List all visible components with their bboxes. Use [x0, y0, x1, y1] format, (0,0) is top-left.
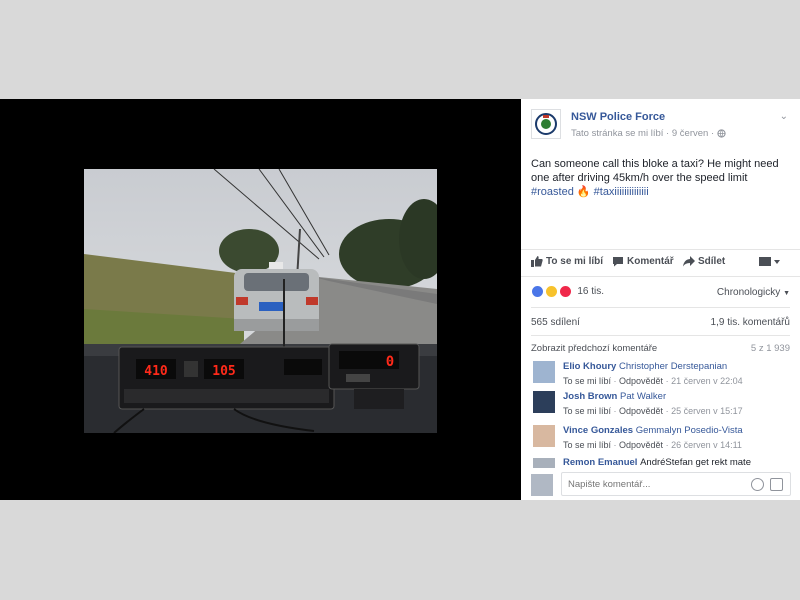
like-label: To se mi líbí — [546, 256, 604, 268]
post-meta: Tato stránka se mi líbí · 9 červen · — [571, 128, 726, 139]
page-selector-icon — [759, 257, 780, 266]
commenter-avatar[interactable] — [533, 425, 555, 447]
comment-time[interactable]: 26 červen v 14:11 — [671, 440, 742, 450]
post-text: Can someone call this bloke a taxi? He m… — [531, 157, 793, 199]
commenter-avatar[interactable] — [533, 361, 555, 383]
comment-item: Elio Khoury Christopher Derstepanian To … — [533, 361, 793, 389]
radar-right-display: 0 — [386, 354, 394, 370]
meta-separator: · — [710, 128, 715, 139]
post-sidebar: NSW Police Force Tato stránka se mi líbí… — [521, 99, 800, 500]
comment-like-link[interactable]: To se mi líbí — [563, 406, 611, 416]
share-button[interactable]: Sdílet — [683, 256, 725, 267]
like-button[interactable]: To se mi líbí — [531, 256, 603, 267]
comment-text: AndréStefan get rekt mate — [640, 457, 751, 468]
comments-count[interactable]: 1,9 tis. komentářů — [711, 317, 790, 328]
like-reaction-icon — [531, 285, 544, 298]
page-like-status[interactable]: Tato stránka se mi líbí — [571, 128, 663, 139]
comment-text[interactable]: Christopher Derstepanian — [619, 361, 727, 372]
fire-emoji-icon: 🔥 — [576, 186, 591, 198]
commenter-name[interactable]: Josh Brown — [563, 391, 617, 402]
comment-item: Vince Gonzales Gemmalyn Posedio-Vista To… — [533, 425, 793, 453]
radar-center-display: 105 — [212, 364, 235, 379]
comment-item: Josh Brown Pat Walker To se mi líbí · Od… — [533, 391, 793, 419]
comments-shown-count: 5 z 1 939 — [750, 343, 790, 354]
comment-reply-link[interactable]: Odpovědět — [619, 376, 663, 386]
hashtag-roasted[interactable]: #roasted — [531, 186, 574, 198]
post-date[interactable]: 9 červen — [672, 128, 708, 139]
comment-input[interactable] — [568, 477, 738, 491]
divider — [531, 335, 790, 336]
hashtag-taxi[interactable]: #taxiiiiiiiiiiiiii — [594, 186, 649, 198]
comment-reply-link[interactable]: Odpovědět — [619, 406, 663, 416]
commenter-avatar[interactable] — [533, 391, 555, 413]
comment-order-label: Chronologicky — [716, 287, 781, 298]
post-as-selector[interactable] — [759, 256, 784, 267]
comment-meta: To se mi líbí · Odpovědět · 26 červen v … — [563, 440, 742, 450]
love-reaction-icon — [558, 285, 572, 298]
comment-bubble-icon — [613, 257, 623, 267]
share-label: Sdílet — [698, 256, 726, 268]
emoji-picker-icon[interactable] — [751, 478, 764, 491]
comment-meta: To se mi líbí · Odpovědět · 21 červen v … — [563, 376, 743, 386]
comment-meta: To se mi líbí · Odpovědět · 25 červen v … — [563, 406, 743, 416]
comment-item: Remon Emanuel AndréStefan get rekt mate — [533, 457, 793, 471]
comment-order-dropdown[interactable]: Chronologicky ▼ — [717, 287, 790, 298]
thumbs-up-icon — [531, 256, 543, 267]
comment-text[interactable]: Gemmalyn Posedio-Vista — [636, 425, 743, 436]
haha-reaction-icon — [544, 285, 558, 298]
reactions-count: 16 tis. — [577, 286, 605, 298]
page-avatar[interactable] — [531, 109, 561, 139]
commenter-name[interactable]: Remon Emanuel — [563, 457, 637, 468]
globe-icon — [717, 129, 726, 138]
photo-viewer: 410 105 0 NSW Police Force Tato stránka … — [0, 99, 800, 500]
comment-button[interactable]: Komentář — [612, 256, 674, 267]
comment-time[interactable]: 25 červen v 15:17 — [671, 406, 743, 416]
commenter-name[interactable]: Elio Khoury — [563, 361, 616, 372]
radar-left-display: 410 — [144, 364, 168, 379]
comment-like-link[interactable]: To se mi líbí — [563, 440, 611, 450]
police-badge-icon — [535, 113, 557, 135]
post-photo[interactable]: 410 105 0 — [84, 169, 437, 433]
divider — [531, 307, 790, 308]
meta-separator: · — [666, 128, 670, 139]
photo-pane: 410 105 0 — [0, 99, 521, 500]
caret-down-icon: ▼ — [783, 290, 790, 297]
post-actions-bar: To se mi líbí Komentář Sdílet — [521, 249, 800, 277]
comment-input-box[interactable] — [561, 472, 791, 496]
reactions-summary[interactable]: 16 tis. — [531, 285, 604, 298]
post-options-chevron-icon[interactable]: ⌄ — [780, 111, 788, 122]
post-body: Can someone call this bloke a taxi? He m… — [531, 158, 779, 184]
reply-composer — [531, 472, 791, 496]
dashcam-photo-illustration: 410 105 0 — [84, 169, 437, 433]
comment-like-link[interactable]: To se mi líbí — [563, 376, 611, 386]
share-arrow-icon — [683, 256, 695, 267]
comment-text[interactable]: Pat Walker — [620, 391, 666, 402]
commenter-name[interactable]: Vince Gonzales — [563, 425, 633, 436]
shares-count[interactable]: 565 sdílení — [531, 317, 580, 328]
comment-label: Komentář — [627, 256, 674, 268]
view-previous-comments-link[interactable]: Zobrazit předchozí komentáře — [531, 343, 657, 354]
commenter-avatar[interactable] — [533, 458, 555, 468]
comment-time[interactable]: 21 červen v 22:04 — [671, 376, 743, 386]
current-user-avatar — [531, 474, 553, 496]
page-name-link[interactable]: NSW Police Force — [571, 111, 665, 123]
comment-reply-link[interactable]: Odpovědět — [619, 440, 663, 450]
sticker-icon[interactable] — [770, 478, 783, 491]
